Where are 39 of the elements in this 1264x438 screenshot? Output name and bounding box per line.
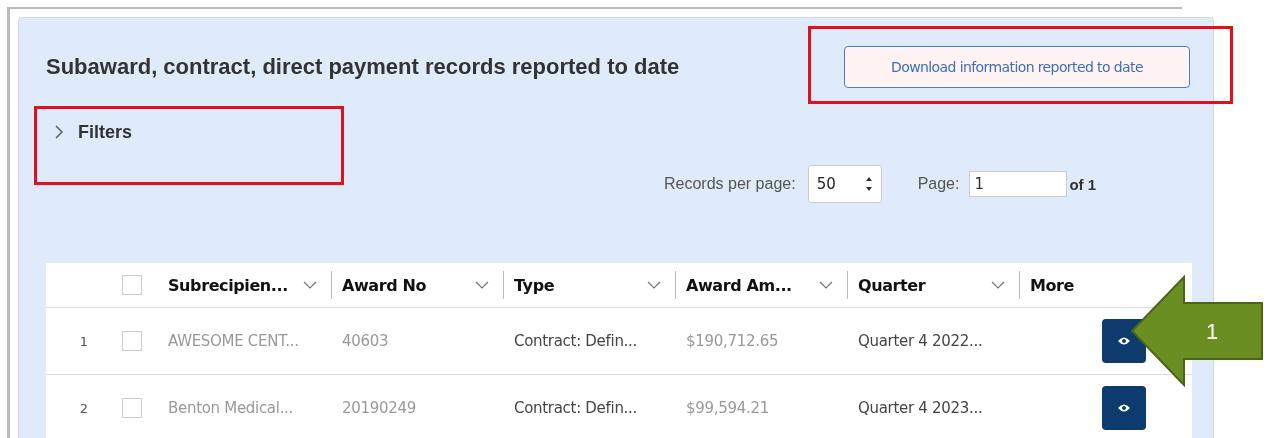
column-header[interactable]: Type xyxy=(504,271,676,299)
select-all-checkbox[interactable] xyxy=(122,275,142,295)
sort-caret-icon[interactable] xyxy=(303,281,317,289)
records-per-page-label: Records per page: xyxy=(664,175,796,193)
table-cell: AWESOME CENT... xyxy=(168,332,299,350)
spinner-arrows-icon[interactable] xyxy=(864,175,873,193)
table-cell: Contract: Defin... xyxy=(514,332,637,350)
table-cell: $190,712.65 xyxy=(686,332,779,350)
row-number: 2 xyxy=(79,400,89,416)
column-header[interactable]: Award No xyxy=(332,271,504,299)
column-header[interactable]: Award Am... xyxy=(676,271,848,299)
callout-arrow: 1 xyxy=(1130,275,1264,387)
sort-caret-icon[interactable] xyxy=(475,281,489,289)
table-cell: 40603 xyxy=(342,332,389,350)
chevron-icon[interactable] xyxy=(54,125,64,139)
row-checkbox[interactable] xyxy=(122,331,142,351)
page-field[interactable]: 1 xyxy=(969,171,1068,197)
sort-caret-icon[interactable] xyxy=(819,281,833,289)
page-label: Page: xyxy=(917,175,960,193)
section-title: Subaward, contract, direct payment records reported to date xyxy=(46,54,681,80)
sort-caret-icon[interactable] xyxy=(647,281,661,289)
records-per-page-field[interactable]: 50 xyxy=(807,165,882,203)
sort-caret-icon[interactable] xyxy=(991,281,1005,289)
download-button[interactable]: Download information reported to date xyxy=(844,46,1190,88)
column-header[interactable]: Quarter xyxy=(848,271,1020,299)
page-total: of 1 xyxy=(1069,175,1097,193)
table-cell: Quarter 4 2023... xyxy=(858,399,983,417)
eye-icon xyxy=(1117,336,1131,346)
table-cell: $99,594.21 xyxy=(686,399,769,417)
table-cell: Benton Medical... xyxy=(168,399,294,417)
table-cell: Quarter 4 2022... xyxy=(858,332,983,350)
filters-toggle[interactable]: Filters xyxy=(46,118,133,146)
column-header[interactable]: Subrecipien... xyxy=(162,271,332,299)
eye-icon xyxy=(1117,403,1131,413)
table-cell: 20190249 xyxy=(342,399,416,417)
row-checkbox[interactable] xyxy=(122,398,142,418)
view-button[interactable] xyxy=(1102,386,1146,430)
row-number: 1 xyxy=(79,333,89,349)
table-cell: Contract: Defin... xyxy=(514,399,637,417)
